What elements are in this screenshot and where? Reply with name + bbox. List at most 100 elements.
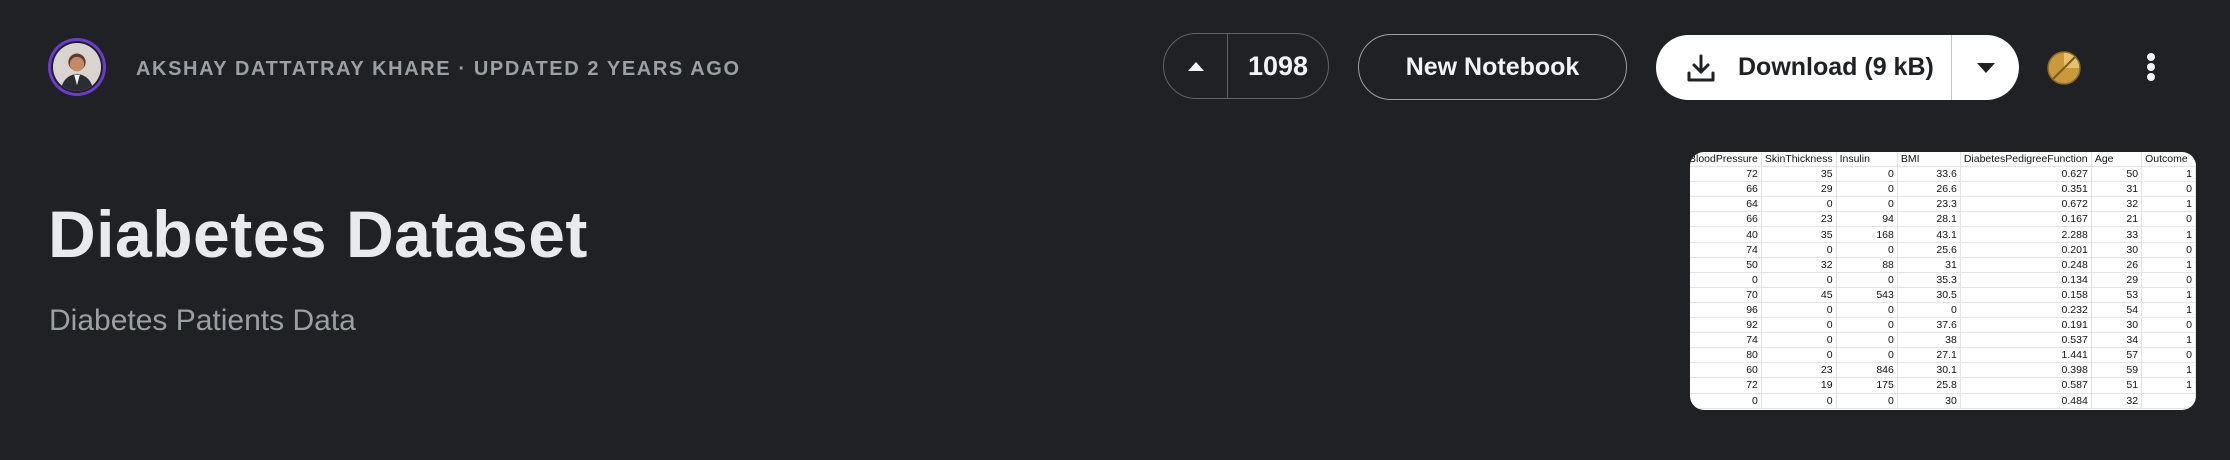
preview-cell: 80 [1690, 347, 1762, 364]
preview-cell: 0 [2141, 181, 2196, 198]
preview-cell: 0 [2141, 211, 2196, 228]
preview-cell: 50 [2091, 166, 2143, 183]
preview-cell: 0 [1836, 317, 1898, 334]
preview-cell: 28.1 [1897, 211, 1961, 228]
preview-cell: 26.6 [1897, 181, 1961, 198]
dataset-subtitle: Diabetes Patients Data [49, 304, 356, 337]
preview-cell: 29 [1761, 181, 1837, 198]
preview-row: 74 0 0 25.6 0.201 30 0 [1690, 242, 2196, 258]
preview-row: 64 0 0 23.3 0.672 32 1 [1690, 196, 2196, 213]
preview-cell: 0 [1836, 196, 1898, 213]
preview-cell: 1 [2141, 287, 2196, 303]
preview-column-header: SkinThickness [1761, 152, 1837, 168]
preview-cell: 1 [2141, 226, 2196, 243]
preview-cell: 35 [1761, 226, 1837, 243]
author-name[interactable]: AKSHAY DATTATRAY KHARE [136, 58, 451, 80]
preview-cell: 19 [1761, 377, 1837, 394]
preview-cell: 26 [2091, 257, 2143, 273]
preview-row: 74 0 0 38 0.537 34 1 [1690, 332, 2196, 349]
updated-time: UPDATED 2 YEARS AGO [473, 58, 741, 80]
preview-cell: 0.627 [1960, 166, 2092, 183]
preview-row: 70 45 543 30.5 0.158 53 1 [1690, 287, 2196, 303]
preview-cell: 0 [1836, 166, 1898, 183]
preview-row: 66 29 0 26.6 0.351 31 0 [1690, 181, 2196, 198]
preview-cell: 168 [1836, 226, 1898, 243]
preview-cell: 0 [1761, 272, 1837, 288]
dataset-title: Diabetes Dataset [48, 197, 588, 271]
preview-cell: 60 [1690, 362, 1762, 379]
download-options-button[interactable] [1952, 35, 2019, 100]
preview-cell: 0.201 [1960, 242, 2092, 258]
preview-row: 72 35 0 33.6 0.627 50 1 [1690, 166, 2196, 183]
preview-cell: 33.6 [1897, 166, 1961, 183]
preview-cell: 74 [1690, 242, 1762, 258]
preview-cell: 1.441 [1960, 347, 2092, 364]
preview-row: 0 0 0 30 0.484 32 [1690, 393, 2196, 409]
preview-cell: 30.1 [1897, 362, 1961, 379]
preview-cell: 27.1 [1897, 347, 1961, 364]
preview-cell: 0 [1761, 242, 1837, 258]
preview-cell: 0 [2141, 242, 2196, 258]
preview-cell: 2.288 [1960, 226, 2092, 243]
preview-cell: 94 [1836, 211, 1898, 228]
preview-cell [2141, 393, 2196, 409]
preview-cell: 88 [1836, 257, 1898, 273]
download-split-button: Download (9 kB) [1656, 35, 2019, 100]
preview-cell: 0.587 [1960, 377, 2092, 394]
preview-cell: 30.5 [1897, 287, 1961, 303]
preview-cell: 92 [1690, 317, 1762, 334]
upvote-count[interactable]: 1098 [1228, 51, 1328, 82]
more-vertical-icon[interactable] [2136, 47, 2166, 87]
preview-cell: 0 [1836, 347, 1898, 364]
user-avatar-icon [51, 41, 103, 93]
preview-cell: 0 [1836, 332, 1898, 349]
preview-cell: 0 [1690, 393, 1762, 409]
preview-cell: 72 [1690, 166, 1762, 183]
preview-cell: 0 [1761, 317, 1837, 334]
preview-cell: 53 [2091, 287, 2143, 303]
preview-column-header: Outcome [2141, 152, 2196, 168]
preview-cell: 0.484 [1960, 393, 2092, 409]
preview-cell: 31 [2091, 181, 2143, 198]
preview-column-header: BMI [1897, 152, 1961, 168]
preview-row: 40 35 168 43.1 2.288 33 1 [1690, 226, 2196, 243]
preview-cell: 32 [2091, 393, 2143, 409]
upvote-button[interactable] [1164, 34, 1228, 98]
chevron-down-icon [1976, 62, 1995, 73]
preview-column-header: Age [2091, 152, 2143, 168]
preview-cell: 0.398 [1960, 362, 2092, 379]
preview-cell: 70 [1690, 287, 1762, 303]
preview-cell: 45 [1761, 287, 1837, 303]
preview-cell: 0 [2141, 272, 2196, 288]
preview-cell: 0 [1836, 242, 1898, 258]
avatar[interactable] [48, 38, 106, 96]
preview-cell: 25.6 [1897, 242, 1961, 258]
preview-cell: 0 [1897, 302, 1961, 319]
kebab-dot [2147, 73, 2155, 81]
preview-cell: 0.232 [1960, 302, 2092, 319]
preview-cell: 43.1 [1897, 226, 1961, 243]
preview-cell: 1 [2141, 302, 2196, 319]
preview-row: 92 0 0 37.6 0.191 30 0 [1690, 317, 2196, 334]
preview-cell: 543 [1836, 287, 1898, 303]
preview-cell: 23.3 [1897, 196, 1961, 213]
preview-cell: 0 [1761, 302, 1837, 319]
preview-cell: 0.248 [1960, 257, 2092, 273]
upvote-control: 1098 [1163, 33, 1329, 99]
download-button[interactable]: Download (9 kB) [1656, 35, 1952, 100]
preview-cell: 30 [2091, 317, 2143, 334]
preview-cell: 64 [1690, 196, 1762, 213]
caret-up-icon [1187, 62, 1204, 71]
preview-cell: 0 [1836, 393, 1898, 409]
preview-cell: 51 [2091, 377, 2143, 394]
preview-cell: 0 [1761, 332, 1837, 349]
preview-cell: 32 [1761, 257, 1837, 273]
preview-row: 66 23 94 28.1 0.167 21 0 [1690, 211, 2196, 228]
preview-cell: 34 [2091, 332, 2143, 349]
bronze-medal-icon[interactable] [2047, 51, 2081, 85]
new-notebook-button[interactable]: New Notebook [1358, 34, 1627, 100]
preview-cell: 21 [2091, 211, 2143, 228]
preview-cell: 0.167 [1960, 211, 2092, 228]
preview-row: 60 23 846 30.1 0.398 59 1 [1690, 362, 2196, 379]
preview-cell: 175 [1836, 377, 1898, 394]
